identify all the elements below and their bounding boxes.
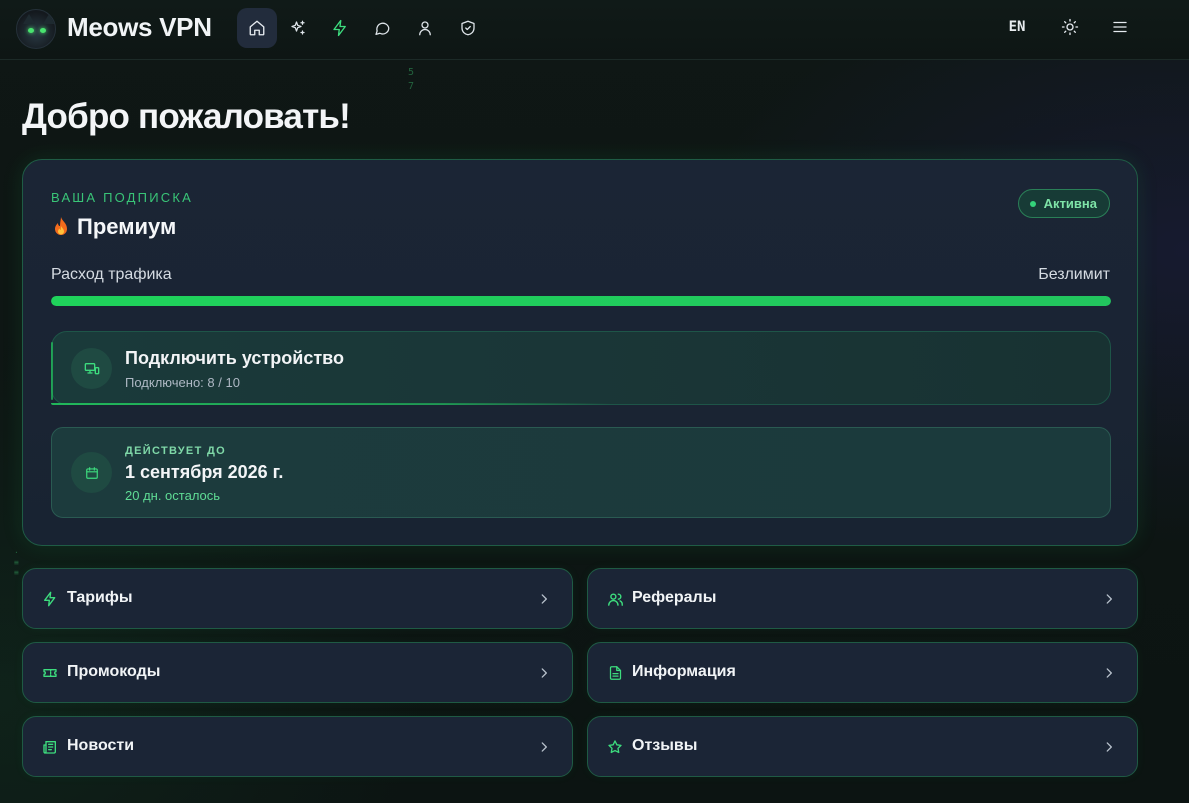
menu-item-promocodes[interactable]: Промокоды — [22, 642, 573, 703]
lightning-icon — [41, 590, 59, 608]
menu-item-label: Рефералы — [632, 589, 717, 606]
ticket-icon — [41, 664, 59, 682]
subscription-card: ВАША ПОДПИСКА Премиум Активна Расход тра… — [22, 159, 1138, 546]
menu-button[interactable] — [1110, 17, 1130, 37]
valid-until-date: 1 сентября 2026 г. — [125, 462, 284, 482]
nav-profile-button[interactable] — [405, 8, 445, 48]
status-badge: Активна — [1017, 189, 1110, 218]
star-icon — [606, 738, 624, 756]
valid-until-label: ДЕЙСТВУЕТ ДО — [125, 445, 226, 457]
traffic-label: Расход трафика — [51, 266, 172, 283]
sparkles-icon — [291, 20, 305, 35]
calendar-icon-circle — [71, 452, 112, 493]
status-dot-icon — [1029, 200, 1036, 207]
plan-name: Премиум — [51, 214, 176, 240]
menu-item-label: Новости — [67, 737, 135, 754]
lightning-icon — [333, 19, 346, 37]
nav-home-button[interactable] — [237, 8, 277, 48]
cat-logo-icon[interactable] — [16, 9, 56, 49]
menu-item-information[interactable]: Информация — [587, 642, 1138, 703]
nav-features-button[interactable] — [278, 8, 318, 48]
calendar-icon — [85, 466, 98, 479]
status-badge-label: Активна — [1043, 196, 1097, 211]
shield-check-icon — [461, 20, 475, 36]
chevron-right-icon — [1101, 590, 1117, 608]
subscription-label: ВАША ПОДПИСКА — [51, 190, 194, 205]
menu-item-tariffs[interactable]: Тарифы — [22, 568, 573, 629]
validity-panel: ДЕЙСТВУЕТ ДО 1 сентября 2026 г. 20 дн. о… — [51, 427, 1111, 518]
sun-icon — [1061, 18, 1079, 36]
users-icon — [606, 590, 624, 608]
theme-toggle-button[interactable] — [1060, 17, 1080, 37]
menu-item-label: Отзывы — [632, 737, 698, 754]
menu-item-referrals[interactable]: Рефералы — [587, 568, 1138, 629]
nav-support-button[interactable] — [362, 8, 402, 48]
menu-item-news[interactable]: Новости — [22, 716, 573, 777]
chat-bubble-icon — [375, 22, 390, 36]
plan-label: Премиум — [77, 214, 177, 239]
connect-device-title: Подключить устройство — [125, 348, 344, 368]
language-switch-button[interactable]: EN — [1004, 19, 1030, 35]
connect-device-button[interactable]: Подключить устройство Подключено: 8 / 10 — [51, 331, 1111, 405]
device-icon-circle — [71, 348, 112, 389]
traffic-progress-fill — [51, 296, 1111, 306]
days-remaining: 20 дн. осталось — [125, 488, 221, 503]
home-icon — [249, 20, 265, 36]
top-navbar: Meows VPN EN — [0, 0, 1189, 60]
user-icon — [419, 21, 431, 36]
hamburger-menu-icon — [1113, 21, 1127, 33]
menu-item-label: Промокоды — [67, 663, 161, 680]
newspaper-icon — [41, 738, 59, 756]
chevron-right-icon — [536, 664, 552, 682]
matrix-rain-decoration-left: · ≡ ≡ — [14, 548, 19, 577]
chevron-right-icon — [1101, 738, 1117, 756]
traffic-value: Безлимит — [1038, 266, 1110, 283]
document-icon — [606, 664, 624, 682]
menu-item-label: Тарифы — [67, 589, 133, 606]
menu-item-reviews[interactable]: Отзывы — [587, 716, 1138, 777]
connected-devices-count: Подключено: 8 / 10 — [125, 375, 240, 390]
nav-tariffs-button[interactable] — [320, 8, 360, 48]
nav-security-button[interactable] — [448, 8, 488, 48]
chevron-right-icon — [1101, 664, 1117, 682]
matrix-rain-decoration: 57 — [408, 67, 415, 92]
traffic-progress-bar — [51, 296, 1111, 306]
fire-icon — [55, 217, 67, 235]
chevron-right-icon — [536, 590, 552, 608]
chevron-right-icon — [536, 738, 552, 756]
page-title: Добро пожаловать! — [22, 97, 351, 136]
brand-name[interactable]: Meows VPN — [67, 12, 212, 43]
menu-item-label: Информация — [632, 663, 736, 680]
devices-icon — [84, 362, 99, 374]
